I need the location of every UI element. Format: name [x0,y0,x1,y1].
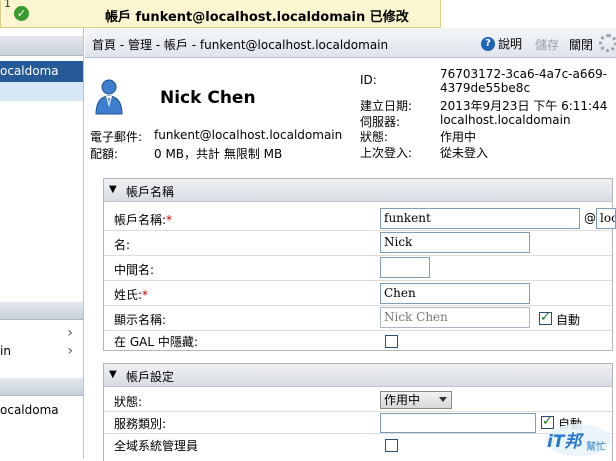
account-settings-section-header[interactable]: ▼ 帳戶設定 [104,364,612,387]
ithome-watermark-logo: iT邦 幫忙 [545,424,611,456]
display-name-auto-label: 自動 [556,313,581,327]
notification-message: 帳戶 funkent@localhost.localdomain 已修改 [105,10,409,25]
email-value: funkent@localhost.localdomain [154,128,343,142]
quota-value: 0 MB，共計 無限制 MB [154,147,283,161]
cos-row: 服務類別: 自動 [104,412,612,434]
at-sign: @ [584,211,596,225]
server-value: localhost.localdomain [440,113,571,127]
nav-item-selected[interactable]: ocaldoma [0,61,83,82]
nav-item-expand-1[interactable]: › [0,323,83,343]
domain-input[interactable]: loc [596,208,616,229]
status-select-value: 作用中 [384,393,421,407]
created-value: 2013年9月23日 下午 6:11:44 [440,99,608,113]
nav-header [0,36,83,56]
account-name-input[interactable]: funkent [380,208,580,229]
status-row: 狀態: 作用中 [104,390,612,412]
account-name-section-header[interactable]: ▼ 帳戶名稱 [104,179,612,202]
cos-input[interactable] [380,413,536,433]
status-value: 作用中 [440,130,477,144]
last-login-label: 上次登入: [360,146,413,160]
chevron-down-icon [439,397,447,402]
status-label: 狀態: [360,130,389,144]
nav-section-header-2 [0,378,83,396]
first-name-label: 名: [114,238,131,252]
display-name-label: 顯示名稱: [114,313,167,327]
collapse-triangle-icon[interactable]: ▼ [109,184,117,195]
global-admin-label: 全域系統管理員 [114,439,199,453]
nav-item-highlight[interactable] [0,82,83,101]
global-admin-checkbox[interactable] [385,439,398,452]
last-name-row: 姓氏:* Chen [104,281,612,306]
section-title: 帳戶設定 [126,370,175,384]
first-name-input[interactable]: Nick [380,232,530,253]
display-name-input[interactable]: Nick Chen [380,307,530,328]
gear-icon[interactable] [599,34,616,52]
settings-status-label: 狀態: [114,395,143,409]
last-login-value: 從未登入 [440,146,489,160]
breadcrumb: 首頁 - 管理 - 帳戶 - funkent@localhost.localdo… [92,38,389,52]
help-label: 說明 [498,37,523,51]
last-name-label: 姓氏:* [114,288,149,302]
chevron-right-icon: › [67,325,73,341]
account-name-label: 帳戶名稱:* [114,213,173,227]
display-name-row: 顯示名稱: Nick Chen 自動 [104,306,612,331]
watermark-text-1: iT邦 [547,432,584,452]
cos-label: 服務類別: [114,417,167,431]
id-value-line1: 76703172-3ca6-4a7c-a669- [440,67,608,81]
first-name-row: 名: Nick [104,231,612,256]
nav-item-label: ocaldoma [0,64,59,78]
email-label: 電子郵件: [90,130,143,144]
display-name-auto-checkbox[interactable] [539,310,552,325]
last-name-input[interactable]: Chen [380,283,530,304]
created-label: 建立日期: [360,99,413,113]
nav-item-expand-2[interactable]: in › [0,341,83,361]
status-select[interactable]: 作用中 [380,391,452,409]
id-label: ID: [360,73,377,87]
global-admin-row: 全域系統管理員 [104,434,612,456]
chevron-right-icon: › [67,343,73,359]
main-toolbar: 首頁 - 管理 - 帳戶 - funkent@localhost.localdo… [85,28,616,58]
nav-item-domain[interactable]: ocaldoma [0,400,83,420]
left-navigation: ocaldoma › in › ocaldoma [0,28,84,459]
quota-label: 配額: [90,147,119,161]
middle-name-input[interactable] [380,257,430,278]
close-button[interactable]: 關閉 [569,36,593,53]
account-settings-section: ▼ 帳戶設定 狀態: 作用中 服務類別: 自動 全域系統管理員 [103,363,613,461]
corner-marker: 1 [4,0,11,10]
middle-name-row: 中間名: [104,256,612,281]
nav-section-header [0,302,83,320]
nav-item-label: ocaldoma [0,403,59,417]
hide-gal-row: 在 GAL 中隱藏: [104,331,612,350]
watermark-text-2: 幫忙 [586,440,606,453]
user-avatar-icon [95,79,123,115]
collapse-triangle-icon[interactable]: ▼ [109,369,117,380]
account-name-section: ▼ 帳戶名稱 帳戶名稱:* funkent @ loc 名: Nick 中間名:… [103,178,616,351]
account-name-row: 帳戶名稱:* funkent @ loc [104,206,616,231]
middle-name-label: 中間名: [114,263,155,277]
notification-banner: 1 ✓ 帳戶 funkent@localhost.localdomain 已修改 [0,0,441,28]
help-icon: ? [481,36,495,51]
success-check-icon: ✓ [14,6,29,21]
nav-item-label: in [0,344,11,358]
section-title: 帳戶名稱 [126,185,175,199]
hide-gal-checkbox[interactable] [385,335,398,348]
account-display-name: Nick Chen [160,88,256,108]
id-value-line2: 4379de55be8c [440,81,531,95]
save-button[interactable]: 儲存 [535,36,559,53]
hide-gal-label: 在 GAL 中隱藏: [114,335,198,349]
help-button[interactable]: ? 說明 [481,35,522,52]
